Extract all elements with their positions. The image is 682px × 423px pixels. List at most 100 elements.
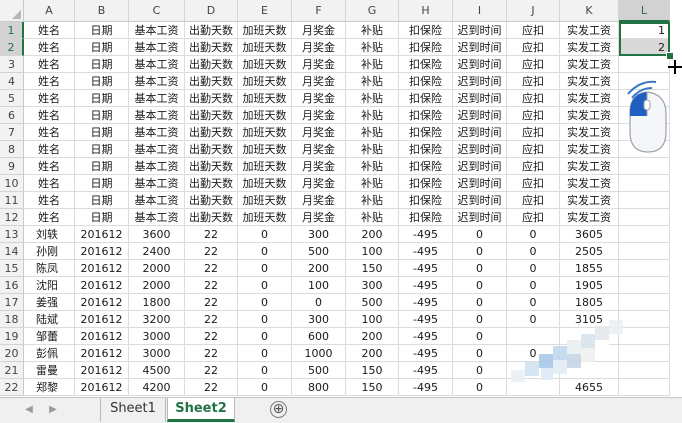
cell-b5[interactable]: 日期	[75, 90, 129, 107]
cell-e20[interactable]: 0	[238, 345, 292, 362]
cell-f4[interactable]: 月奖金	[292, 73, 346, 90]
cell-c22[interactable]: 4200	[129, 379, 185, 396]
cell-l16[interactable]	[619, 277, 670, 294]
cell-h5[interactable]: 扣保险	[399, 90, 453, 107]
cell-h12[interactable]: 扣保险	[399, 209, 453, 226]
cell-h3[interactable]: 扣保险	[399, 56, 453, 73]
row-header-14[interactable]: 14	[0, 243, 24, 260]
cell-e17[interactable]: 0	[238, 294, 292, 311]
cell-d12[interactable]: 出勤天数	[185, 209, 238, 226]
cell-f12[interactable]: 月奖金	[292, 209, 346, 226]
cell-c18[interactable]: 3200	[129, 311, 185, 328]
cell-i5[interactable]: 迟到时间	[453, 90, 507, 107]
cell-b3[interactable]: 日期	[75, 56, 129, 73]
cell-g13[interactable]: 200	[346, 226, 399, 243]
cell-e14[interactable]: 0	[238, 243, 292, 260]
cell-e1[interactable]: 加班天数	[238, 22, 292, 39]
cell-e2[interactable]: 加班天数	[238, 39, 292, 56]
cell-g3[interactable]: 补贴	[346, 56, 399, 73]
cell-k17[interactable]: 1805	[560, 294, 619, 311]
cell-h8[interactable]: 扣保险	[399, 141, 453, 158]
cell-b12[interactable]: 日期	[75, 209, 129, 226]
cell-f6[interactable]: 月奖金	[292, 107, 346, 124]
cell-d17[interactable]: 22	[185, 294, 238, 311]
column-header-j[interactable]: J	[507, 0, 560, 22]
cell-c3[interactable]: 基本工资	[129, 56, 185, 73]
cell-k9[interactable]: 实发工资	[560, 158, 619, 175]
cell-e5[interactable]: 加班天数	[238, 90, 292, 107]
column-header-h[interactable]: H	[399, 0, 453, 22]
cell-g10[interactable]: 补贴	[346, 175, 399, 192]
cell-h1[interactable]: 扣保险	[399, 22, 453, 39]
cell-b6[interactable]: 日期	[75, 107, 129, 124]
cell-l22[interactable]	[619, 379, 670, 396]
cell-g8[interactable]: 补贴	[346, 141, 399, 158]
cell-k21[interactable]	[560, 362, 619, 379]
cell-c11[interactable]: 基本工资	[129, 192, 185, 209]
cell-b8[interactable]: 日期	[75, 141, 129, 158]
cell-j1[interactable]: 应扣	[507, 22, 560, 39]
cell-i17[interactable]: 0	[453, 294, 507, 311]
cell-c19[interactable]: 3000	[129, 328, 185, 345]
cell-f14[interactable]: 500	[292, 243, 346, 260]
cell-g4[interactable]: 补贴	[346, 73, 399, 90]
column-header-g[interactable]: G	[346, 0, 399, 22]
next-sheet-icon[interactable]: ▶	[46, 402, 60, 418]
cell-e18[interactable]: 0	[238, 311, 292, 328]
cell-c16[interactable]: 2000	[129, 277, 185, 294]
cell-c4[interactable]: 基本工资	[129, 73, 185, 90]
cell-e22[interactable]: 0	[238, 379, 292, 396]
cell-l2[interactable]: 2	[619, 39, 670, 56]
cell-b17[interactable]: 201612	[75, 294, 129, 311]
cell-d21[interactable]: 22	[185, 362, 238, 379]
cell-e9[interactable]: 加班天数	[238, 158, 292, 175]
cell-i20[interactable]: 0	[453, 345, 507, 362]
cell-e15[interactable]: 0	[238, 260, 292, 277]
cell-b18[interactable]: 201612	[75, 311, 129, 328]
cell-i16[interactable]: 0	[453, 277, 507, 294]
cell-g11[interactable]: 补贴	[346, 192, 399, 209]
cell-i13[interactable]: 0	[453, 226, 507, 243]
cell-f2[interactable]: 月奖金	[292, 39, 346, 56]
cell-i2[interactable]: 迟到时间	[453, 39, 507, 56]
cell-d19[interactable]: 22	[185, 328, 238, 345]
cell-i14[interactable]: 0	[453, 243, 507, 260]
cell-a17[interactable]: 姜强	[24, 294, 75, 311]
column-header-d[interactable]: D	[185, 0, 238, 22]
cell-f20[interactable]: 1000	[292, 345, 346, 362]
cell-c21[interactable]: 4500	[129, 362, 185, 379]
cell-a15[interactable]: 陈凤	[24, 260, 75, 277]
cell-l19[interactable]	[619, 328, 670, 345]
cell-a3[interactable]: 姓名	[24, 56, 75, 73]
cell-g15[interactable]: 150	[346, 260, 399, 277]
cell-f13[interactable]: 300	[292, 226, 346, 243]
cell-d14[interactable]: 22	[185, 243, 238, 260]
cell-i18[interactable]: 0	[453, 311, 507, 328]
cell-i8[interactable]: 迟到时间	[453, 141, 507, 158]
cell-g12[interactable]: 补贴	[346, 209, 399, 226]
cell-e19[interactable]: 0	[238, 328, 292, 345]
cell-a19[interactable]: 邹蕾	[24, 328, 75, 345]
cell-f9[interactable]: 月奖金	[292, 158, 346, 175]
cell-b22[interactable]: 201612	[75, 379, 129, 396]
cell-c10[interactable]: 基本工资	[129, 175, 185, 192]
cell-i10[interactable]: 迟到时间	[453, 175, 507, 192]
cell-i12[interactable]: 迟到时间	[453, 209, 507, 226]
cell-a5[interactable]: 姓名	[24, 90, 75, 107]
cell-i3[interactable]: 迟到时间	[453, 56, 507, 73]
cell-l11[interactable]	[619, 192, 670, 209]
cell-c2[interactable]: 基本工资	[129, 39, 185, 56]
row-header-17[interactable]: 17	[0, 294, 24, 311]
cell-c17[interactable]: 1800	[129, 294, 185, 311]
cell-h18[interactable]: -495	[399, 311, 453, 328]
cell-c14[interactable]: 2400	[129, 243, 185, 260]
cell-f16[interactable]: 100	[292, 277, 346, 294]
cell-e21[interactable]: 0	[238, 362, 292, 379]
cell-l17[interactable]	[619, 294, 670, 311]
cell-a22[interactable]: 郑黎	[24, 379, 75, 396]
add-sheet-icon[interactable]: ⊕	[270, 401, 287, 418]
cell-h6[interactable]: 扣保险	[399, 107, 453, 124]
cell-c12[interactable]: 基本工资	[129, 209, 185, 226]
cell-d3[interactable]: 出勤天数	[185, 56, 238, 73]
cell-k1[interactable]: 实发工资	[560, 22, 619, 39]
